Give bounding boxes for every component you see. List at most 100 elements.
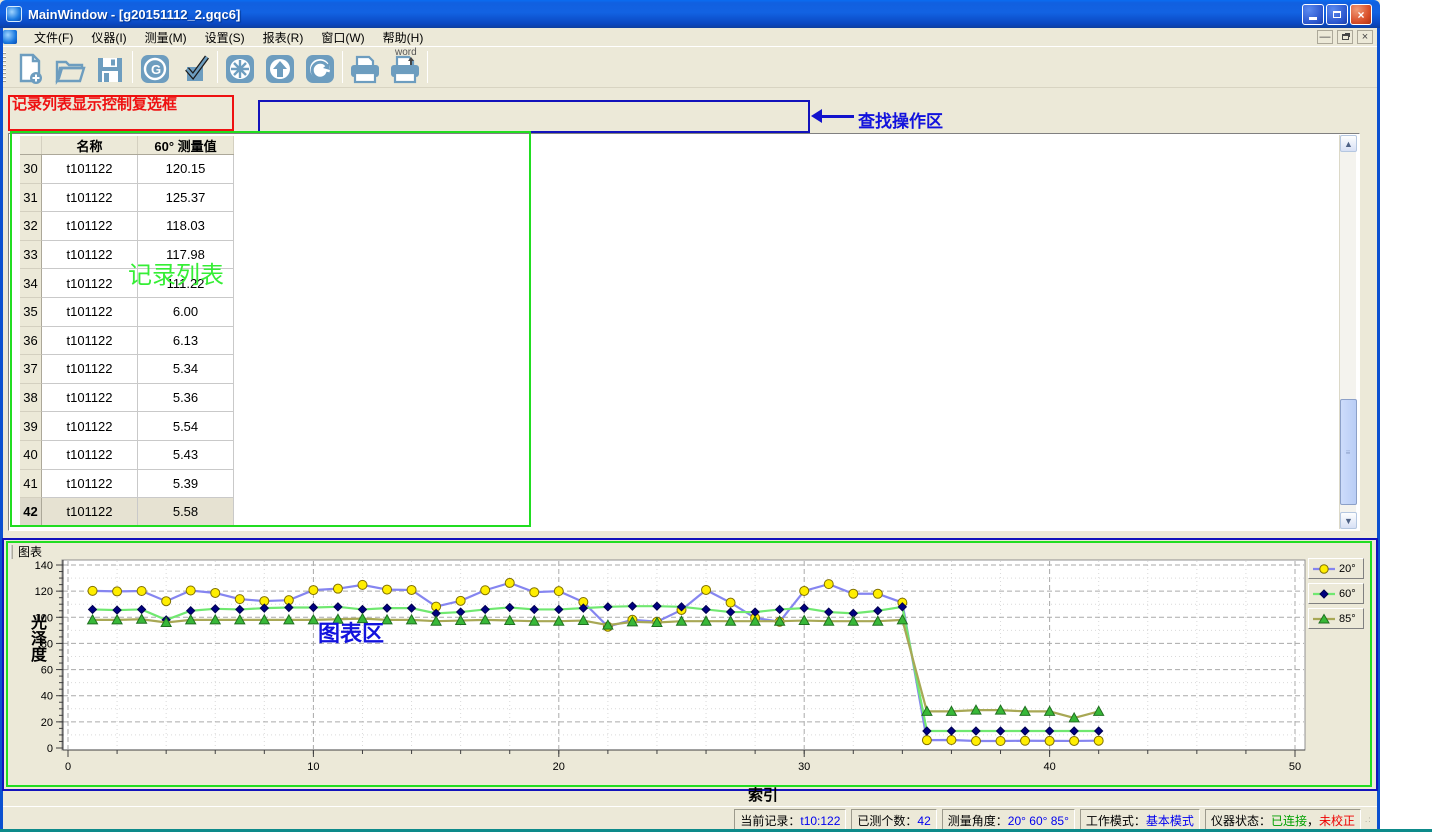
open-folder-icon (54, 55, 86, 85)
mdi-close-button[interactable]: × (1357, 30, 1373, 44)
save-icon (95, 55, 125, 85)
cell-name[interactable]: t101122 (42, 412, 138, 441)
toolbar-grip (3, 52, 6, 82)
cell-value[interactable]: 5.36 (138, 384, 234, 413)
menu-item-4[interactable]: 报表(R) (254, 27, 313, 48)
row-number[interactable]: 31 (20, 184, 42, 213)
cell-value[interactable]: 5.34 (138, 355, 234, 384)
menu-item-0[interactable]: 文件(F) (25, 27, 82, 48)
row-number[interactable]: 42 (20, 498, 42, 527)
scroll-up-icon[interactable]: ▲ (1340, 135, 1357, 152)
cell-name[interactable]: t101122 (42, 441, 138, 470)
cell-name[interactable]: t101122 (42, 155, 138, 184)
calibration-value: 未校正 (1319, 814, 1355, 828)
menu-item-6[interactable]: 帮助(H) (374, 27, 433, 48)
cell-name[interactable]: t101122 (42, 327, 138, 356)
legend-item-85deg[interactable]: 85° (1308, 608, 1364, 629)
main-window: MainWindow - [g20151112_2.gqc6] × 文件(F)仪… (0, 0, 1380, 830)
save-file-button[interactable] (90, 49, 130, 85)
logo-button[interactable]: G (135, 49, 175, 85)
gear-button[interactable] (220, 49, 260, 85)
row-number[interactable]: 36 (20, 327, 42, 356)
row-number[interactable]: 34 (20, 269, 42, 298)
svg-text:40: 40 (1043, 761, 1055, 773)
row-number[interactable]: 39 (20, 412, 42, 441)
printer-word-icon (388, 55, 422, 85)
cell-name[interactable]: t101122 (42, 269, 138, 298)
row-number[interactable]: 32 (20, 212, 42, 241)
legend-item-20deg[interactable]: 20° (1308, 558, 1364, 579)
minimize-button[interactable] (1302, 4, 1324, 25)
cell-value[interactable]: 5.58 (138, 498, 234, 527)
cell-name[interactable]: t101122 (42, 498, 138, 527)
table-row[interactable]: 42t1011225.58 (20, 498, 234, 527)
table-row[interactable]: 33t101122117.98 (20, 241, 234, 270)
scroll-down-icon[interactable]: ▼ (1340, 512, 1357, 529)
cell-value[interactable]: 120.15 (138, 155, 234, 184)
svg-text:20: 20 (553, 761, 565, 773)
row-number[interactable]: 33 (20, 241, 42, 270)
measure-button[interactable] (175, 49, 215, 85)
cell-name[interactable]: t101122 (42, 212, 138, 241)
mdi-minimize-button[interactable]: — (1317, 30, 1333, 44)
table-row[interactable]: 31t101122125.37 (20, 184, 234, 213)
table-row[interactable]: 36t1011226.13 (20, 327, 234, 356)
mdi-restore-button[interactable] (1337, 30, 1353, 44)
record-table: 名称 60° 测量值 30t101122120.1531t101122125.3… (20, 136, 234, 527)
table-row[interactable]: 34t101122111.22 (20, 269, 234, 298)
cell-name[interactable]: t101122 (42, 241, 138, 270)
cell-value[interactable]: 6.13 (138, 327, 234, 356)
menu-item-1[interactable]: 仪器(I) (82, 27, 135, 48)
maximize-button[interactable] (1326, 4, 1348, 25)
cell-value[interactable]: 111.22 (138, 269, 234, 298)
table-row[interactable]: 38t1011225.36 (20, 384, 234, 413)
value-column-header[interactable]: 60° 测量值 (138, 136, 234, 154)
cell-name[interactable]: t101122 (42, 298, 138, 327)
cell-value[interactable]: 5.54 (138, 412, 234, 441)
new-file-button[interactable] (10, 49, 50, 85)
upload-arrow-icon (264, 53, 296, 85)
menu-item-2[interactable]: 测量(M) (136, 27, 196, 48)
table-row[interactable]: 37t1011225.34 (20, 355, 234, 384)
refresh-button[interactable] (300, 49, 340, 85)
table-vertical-scrollbar[interactable]: ▲ ≡ ▼ (1339, 135, 1356, 529)
cell-name[interactable]: t101122 (42, 384, 138, 413)
table-row[interactable]: 39t1011225.54 (20, 412, 234, 441)
cell-value[interactable]: 117.98 (138, 241, 234, 270)
row-number[interactable]: 40 (20, 441, 42, 470)
cell-value[interactable]: 125.37 (138, 184, 234, 213)
cell-name[interactable]: t101122 (42, 184, 138, 213)
row-number[interactable]: 30 (20, 155, 42, 184)
cell-name[interactable]: t101122 (42, 355, 138, 384)
row-number[interactable]: 37 (20, 355, 42, 384)
table-row[interactable]: 32t101122118.03 (20, 212, 234, 241)
row-number[interactable]: 41 (20, 470, 42, 499)
print-button[interactable] (345, 49, 385, 85)
table-row[interactable]: 40t1011225.43 (20, 441, 234, 470)
menu-item-5[interactable]: 窗口(W) (312, 27, 373, 48)
row-number[interactable]: 38 (20, 384, 42, 413)
row-number[interactable]: 35 (20, 298, 42, 327)
scrollbar-thumb[interactable]: ≡ (1340, 399, 1357, 505)
table-header: 名称 60° 测量值 (20, 136, 234, 155)
resize-grip[interactable]: .: (1365, 815, 1375, 825)
menu-item-3[interactable]: 设置(S) (196, 27, 254, 48)
export-word-button[interactable]: word (385, 49, 425, 85)
open-file-button[interactable] (50, 49, 90, 85)
table-row[interactable]: 35t1011226.00 (20, 298, 234, 327)
upload-button[interactable] (260, 49, 300, 85)
cell-value[interactable]: 6.00 (138, 298, 234, 327)
close-button[interactable]: × (1350, 4, 1372, 25)
cell-value[interactable]: 5.43 (138, 441, 234, 470)
table-row[interactable]: 30t101122120.15 (20, 155, 234, 184)
chart-legend: 20° 60° 85° (1308, 558, 1364, 629)
chart-panel-caption: 图表 (18, 543, 42, 560)
cell-value[interactable]: 118.03 (138, 212, 234, 241)
cell-value[interactable]: 5.39 (138, 470, 234, 499)
legend-item-60deg[interactable]: 60° (1308, 583, 1364, 604)
svg-text:0: 0 (47, 743, 53, 755)
svg-text:0: 0 (65, 761, 71, 773)
name-column-header[interactable]: 名称 (42, 136, 138, 154)
cell-name[interactable]: t101122 (42, 470, 138, 499)
table-row[interactable]: 41t1011225.39 (20, 470, 234, 499)
